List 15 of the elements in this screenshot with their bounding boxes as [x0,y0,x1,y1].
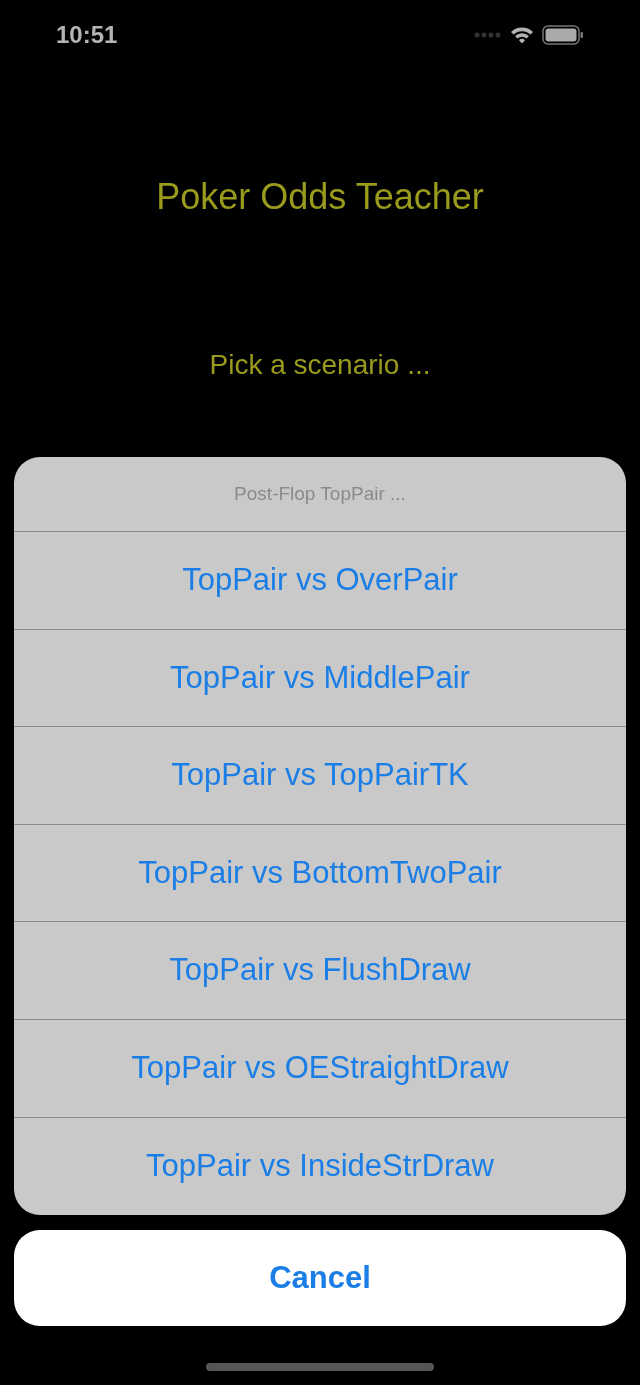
wifi-icon [510,26,534,44]
cancel-button[interactable]: Cancel [14,1230,626,1327]
battery-icon [542,25,584,45]
option-button[interactable]: TopPair vs InsideStrDraw [14,1117,626,1216]
option-button[interactable]: TopPair vs OEStraightDraw [14,1019,626,1118]
option-button[interactable]: TopPair vs MiddlePair [14,629,626,728]
signal-icon [474,32,502,38]
option-button[interactable]: TopPair vs FlushDraw [14,922,626,1020]
option-button[interactable]: TopPair vs OverPair [14,532,626,630]
prompt-text: Pick a scenario ... [209,348,431,382]
status-time: 10:51 [56,20,118,50]
option-button[interactable]: TopPair vs TopPairTK [14,727,626,825]
sheet-title: Post-Flop TopPair ... [234,481,406,506]
app-title: Poker Odds Teacher [156,175,484,219]
option-button[interactable]: TopPair vs BottomTwoPair [14,824,626,923]
